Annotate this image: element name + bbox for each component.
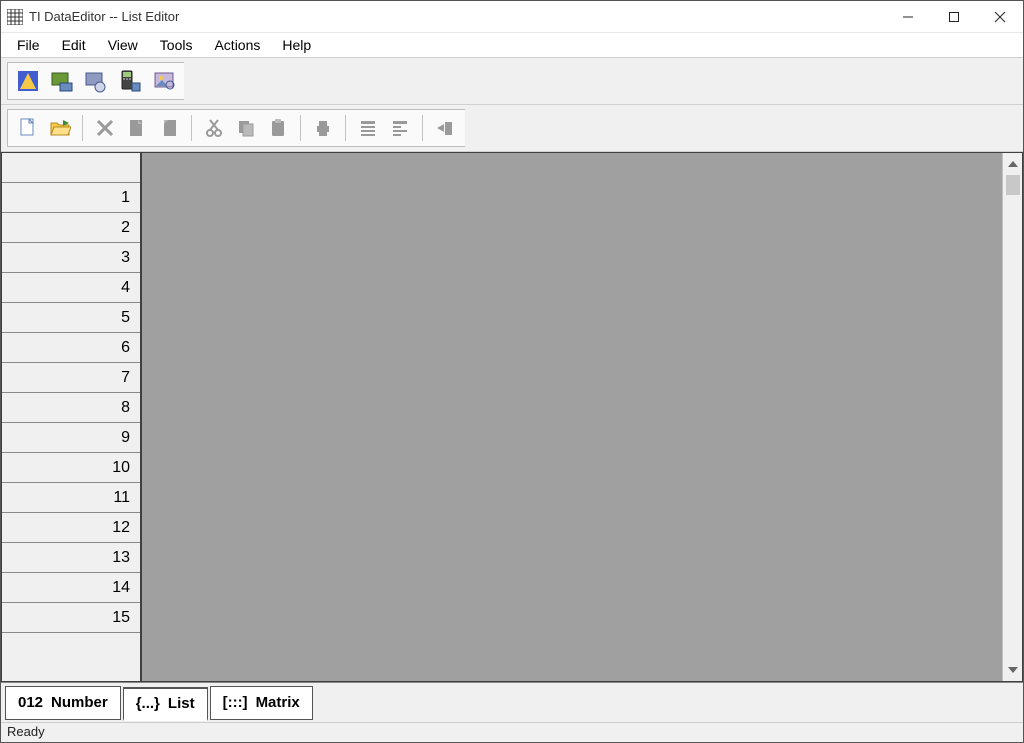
row-header[interactable]: 7	[2, 363, 140, 393]
send-button[interactable]	[431, 114, 459, 142]
row-header[interactable]: 8	[2, 393, 140, 423]
row-header[interactable]: 9	[2, 423, 140, 453]
copy-button[interactable]	[232, 114, 260, 142]
scroll-up-icon[interactable]	[1006, 157, 1020, 171]
grid-area: 1 2 3 4 5 6 7 8 9 10 11 12 13 14 15	[1, 152, 1023, 682]
matrix-icon: [:::]	[223, 694, 248, 711]
status-text: Ready	[7, 724, 45, 739]
row-header[interactable]: 13	[2, 543, 140, 573]
format-right-button[interactable]	[386, 114, 414, 142]
row-header[interactable]: 5	[2, 303, 140, 333]
page-next-button[interactable]	[155, 114, 183, 142]
cut-button[interactable]	[200, 114, 228, 142]
row-header[interactable]: 15	[2, 603, 140, 633]
row-header[interactable]: 12	[2, 513, 140, 543]
menu-help[interactable]: Help	[272, 35, 321, 55]
maximize-button[interactable]	[931, 1, 977, 32]
row-header[interactable]: 14	[2, 573, 140, 603]
menu-file[interactable]: File	[7, 35, 50, 55]
edit-toolbar	[1, 105, 1023, 152]
toolbar-separator	[191, 115, 192, 141]
menubar: File Edit View Tools Actions Help	[1, 33, 1023, 57]
tab-label: Matrix	[256, 694, 300, 711]
grid-cells-empty[interactable]	[142, 153, 1002, 681]
screen-capture-button[interactable]	[48, 67, 76, 95]
delete-button[interactable]	[91, 114, 119, 142]
app-icon	[7, 9, 23, 25]
row-number-column: 1 2 3 4 5 6 7 8 9 10 11 12 13 14 15	[2, 153, 142, 681]
row-header[interactable]: 6	[2, 333, 140, 363]
top-toolbar	[1, 57, 1023, 105]
paste-button[interactable]	[264, 114, 292, 142]
top-toolbar-group	[7, 62, 184, 100]
tab-label: Number	[51, 694, 108, 711]
toolbar-separator	[422, 115, 423, 141]
format-left-button[interactable]	[354, 114, 382, 142]
tab-number[interactable]: 012 Number	[5, 686, 121, 720]
window-title: TI DataEditor -- List Editor	[29, 9, 885, 24]
toolbar-separator	[345, 115, 346, 141]
titlebar: TI DataEditor -- List Editor	[1, 1, 1023, 33]
menu-actions[interactable]: Actions	[204, 35, 270, 55]
scroll-thumb[interactable]	[1006, 175, 1020, 195]
calculator-link-button[interactable]	[116, 67, 144, 95]
row-header[interactable]: 2	[2, 213, 140, 243]
row-header[interactable]: 11	[2, 483, 140, 513]
toolbar-separator	[82, 115, 83, 141]
corner-cell[interactable]	[2, 153, 140, 183]
toolbar-separator	[300, 115, 301, 141]
tab-label: List	[168, 695, 195, 712]
row-header[interactable]: 4	[2, 273, 140, 303]
close-button[interactable]	[977, 1, 1023, 32]
menu-edit[interactable]: Edit	[52, 35, 96, 55]
tabbar: 012 Number {...} List [:::] Matrix	[1, 682, 1023, 722]
app-explorer-button[interactable]	[14, 67, 42, 95]
print-button[interactable]	[309, 114, 337, 142]
number-icon: 012	[18, 694, 43, 711]
tab-list[interactable]: {...} List	[123, 687, 208, 721]
braces-icon: {...}	[136, 695, 160, 712]
row-header[interactable]: 1	[2, 183, 140, 213]
open-button[interactable]	[46, 114, 74, 142]
window-controls	[885, 1, 1023, 32]
statusbar: Ready	[1, 722, 1023, 742]
row-header[interactable]: 10	[2, 453, 140, 483]
menu-tools[interactable]: Tools	[150, 35, 203, 55]
minimize-button[interactable]	[885, 1, 931, 32]
page-prev-button[interactable]	[123, 114, 151, 142]
image-capture-button[interactable]	[150, 67, 178, 95]
new-button[interactable]	[14, 114, 42, 142]
row-header[interactable]: 3	[2, 243, 140, 273]
scroll-down-icon[interactable]	[1006, 663, 1020, 677]
tab-matrix[interactable]: [:::] Matrix	[210, 686, 313, 720]
vertical-scrollbar[interactable]	[1002, 153, 1022, 681]
device-explorer-button[interactable]	[82, 67, 110, 95]
edit-toolbar-group	[7, 109, 465, 147]
menu-view[interactable]: View	[98, 35, 148, 55]
